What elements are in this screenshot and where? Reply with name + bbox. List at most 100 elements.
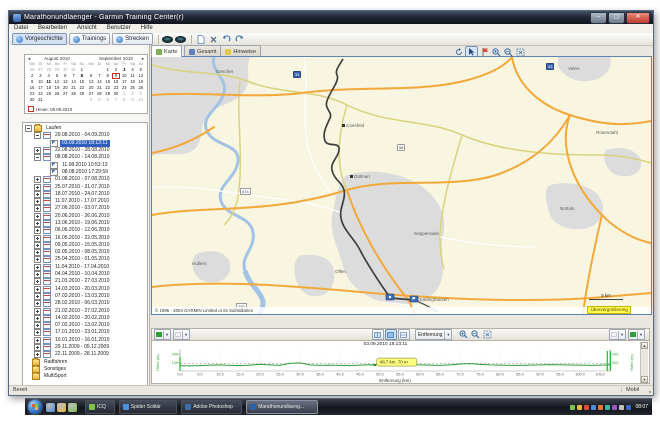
expander-icon[interactable] — [34, 184, 41, 191]
tree-row[interactable]: 21.03.2010 - 27.03.2010 — [23, 278, 147, 285]
expander-icon[interactable] — [34, 205, 41, 212]
menu-item-hilfe[interactable]: Hilfe — [136, 24, 158, 33]
menu-item-benutzer[interactable]: Benutzer — [102, 24, 136, 33]
expander-icon[interactable] — [34, 278, 41, 285]
series1-color-dropdown[interactable]: ▼ — [154, 329, 171, 340]
calendar-day[interactable]: 4 — [87, 97, 95, 103]
expander-icon[interactable] — [34, 176, 41, 183]
tray-icon-1[interactable] — [570, 405, 575, 410]
elevation-chart[interactable]: 03.09.2010 18:13:11 0.05.010.015.020.025… — [151, 340, 650, 384]
expander-icon[interactable] — [34, 154, 41, 161]
tree-row[interactable]: Radfahren — [23, 359, 147, 366]
tree-row[interactable]: 22.11.2009 - 28.11.2009 — [23, 351, 147, 358]
expander-icon[interactable] — [34, 322, 41, 329]
calendar-day[interactable]: 10 — [137, 97, 145, 103]
tab-karte[interactable]: Karte — [151, 45, 182, 57]
expander-icon[interactable] — [34, 264, 41, 271]
chart-mode-split-button[interactable] — [372, 329, 384, 340]
resize-grip[interactable] — [645, 387, 652, 394]
tree-row[interactable]: 14.03.2010 - 20.03.2010 — [23, 286, 147, 293]
expander-icon[interactable] — [34, 337, 41, 344]
tree-row[interactable]: 11.08.2010 10:53:13 — [23, 161, 147, 168]
tree-row[interactable]: 06.06.2010 - 12.06.2010 — [23, 227, 147, 234]
chart-zoom-out-button[interactable] — [470, 330, 481, 340]
title-bar[interactable]: Marathonundlaenger - Garmin Training Cen… — [9, 11, 653, 24]
tree-row[interactable]: 29.11.2009 - 05.12.2009 — [23, 344, 147, 351]
expander-icon[interactable] — [34, 308, 41, 315]
tree-row[interactable]: Laufen — [23, 125, 147, 132]
tree-row[interactable]: 25.07.2010 - 31.07.2010 — [23, 183, 147, 190]
tree-row[interactable]: 13.06.2010 - 19.06.2010 — [23, 220, 147, 227]
tree-row[interactable]: 01.08.2010 - 07.08.2010 — [23, 176, 147, 183]
minimize-button[interactable]: – — [590, 12, 607, 24]
taskbar-item[interactable]: ICQ — [85, 400, 115, 414]
map-view[interactable]: GescherVelenCoesfeldRosendahlDülmenNottu… — [151, 56, 652, 315]
tree-row[interactable]: 27.06.2010 - 03.07.2010 — [23, 205, 147, 212]
taskbar-item[interactable]: Adobe Photoshop — [181, 400, 242, 414]
expander-icon[interactable] — [34, 271, 41, 278]
taskbar-clock[interactable]: 08:07 — [635, 404, 648, 410]
tree-row[interactable]: MultiSport — [23, 373, 147, 380]
menu-item-datei[interactable]: Datei — [9, 24, 33, 33]
series2-color-dropdown[interactable]: ▼ — [173, 329, 190, 340]
expander-icon[interactable] — [34, 242, 41, 249]
scroll-up-icon[interactable]: ▲ — [641, 342, 648, 349]
calendar-day[interactable]: 31 — [36, 97, 44, 103]
tray-icon-5[interactable] — [598, 405, 603, 410]
expander-icon[interactable] — [34, 227, 41, 234]
quicklaunch-icon-2[interactable] — [57, 403, 66, 412]
calendar-day[interactable]: 9 — [128, 97, 136, 103]
chart-mode-single-button[interactable] — [385, 329, 397, 340]
new-document-button[interactable] — [195, 34, 207, 44]
expander-icon[interactable] — [34, 213, 41, 220]
chart-scrollbar[interactable]: ▲ ▼ — [640, 342, 648, 383]
expander-icon[interactable] — [34, 315, 41, 322]
tray-icon-4[interactable] — [591, 405, 596, 410]
vorgeschichte-button[interactable]: Vorgeschichte — [12, 33, 67, 45]
redo-button[interactable] — [234, 34, 246, 44]
x-axis-mode-dropdown[interactable]: Entfernung▼ — [415, 329, 452, 340]
tree-row[interactable]: 04.04.2010 - 10.04.2010 — [23, 271, 147, 278]
taskbar-item[interactable]: Marathonundlaeng... — [246, 400, 317, 414]
start-button[interactable] — [28, 400, 42, 414]
device-receive-button[interactable] — [162, 34, 174, 44]
tree-row[interactable]: 08.08.2010 17:29:59 — [23, 169, 147, 176]
tree-row[interactable]: 18.07.2010 - 24.07.2010 — [23, 191, 147, 198]
tree-row[interactable]: 11.04.2010 - 17.04.2010 — [23, 264, 147, 271]
expander-icon[interactable] — [34, 198, 41, 205]
scroll-down-icon[interactable]: ▼ — [641, 376, 648, 383]
expander-icon[interactable] — [25, 125, 32, 132]
expander-icon[interactable] — [34, 293, 41, 300]
expander-icon[interactable] — [34, 329, 41, 336]
tree-row[interactable]: 28.02.2010 - 06.03.2010 — [23, 300, 147, 307]
tree-row[interactable]: 11.07.2010 - 17.07.2010 — [23, 198, 147, 205]
tree-row[interactable]: 25.04.2010 - 01.05.2010 — [23, 256, 147, 263]
tree-row[interactable]: 14.02.2010 - 20.02.2010 — [23, 315, 147, 322]
expander-icon[interactable] — [34, 344, 41, 351]
calendar-day[interactable]: 6 — [104, 97, 112, 103]
tray-icon-7[interactable] — [612, 405, 617, 410]
delete-button[interactable] — [208, 34, 220, 44]
tray-icon-3[interactable] — [584, 405, 589, 410]
tree-row[interactable]: 03.09.2010 18:13:11 — [23, 140, 147, 147]
chart-mode-table-button[interactable] — [398, 329, 410, 340]
calendar-day[interactable]: 5 — [95, 97, 103, 103]
tree-row[interactable]: Sonstiges — [23, 366, 147, 373]
undo-button[interactable] — [221, 34, 233, 44]
tree-row[interactable]: 22.08.2010 - 28.08.2010 — [23, 147, 147, 154]
tray-icon-9[interactable] — [626, 405, 631, 410]
strecken-button[interactable]: Strecken — [112, 33, 153, 45]
tree-row[interactable]: 02.05.2010 - 08.05.2010 — [23, 249, 147, 256]
calendar-day[interactable]: 7 — [112, 97, 120, 103]
tree-row[interactable]: 29.08.2010 - 04.09.2010 — [23, 132, 147, 139]
expander-icon[interactable] — [34, 286, 41, 293]
expander-icon[interactable] — [34, 256, 41, 263]
menu-item-ansicht[interactable]: Ansicht — [72, 24, 102, 33]
tree-row[interactable]: 09.05.2010 - 15.05.2010 — [23, 242, 147, 249]
tree-row[interactable]: 20.06.2010 - 26.06.2010 — [23, 213, 147, 220]
tray-icon-8[interactable] — [619, 405, 624, 410]
right-series-color-dropdown[interactable]: ▼ — [628, 329, 645, 340]
maximize-button[interactable]: ▢ — [608, 12, 625, 24]
expander-icon[interactable] — [34, 249, 41, 256]
close-button[interactable]: ✕ — [626, 12, 650, 24]
